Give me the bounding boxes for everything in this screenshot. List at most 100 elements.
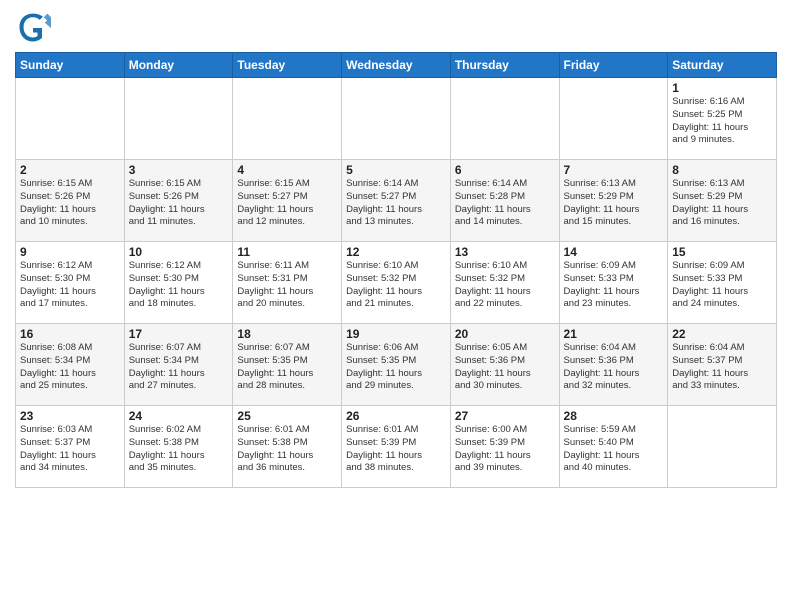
day-info: Sunrise: 6:08 AM Sunset: 5:34 PM Dayligh… bbox=[20, 342, 120, 393]
day-number: 5 bbox=[346, 163, 446, 177]
calendar-cell: 9Sunrise: 6:12 AM Sunset: 5:30 PM Daylig… bbox=[16, 242, 125, 324]
page: SundayMondayTuesdayWednesdayThursdayFrid… bbox=[0, 0, 792, 612]
calendar-cell bbox=[450, 78, 559, 160]
day-info: Sunrise: 6:13 AM Sunset: 5:29 PM Dayligh… bbox=[564, 178, 664, 229]
day-info: Sunrise: 6:14 AM Sunset: 5:28 PM Dayligh… bbox=[455, 178, 555, 229]
day-number: 21 bbox=[564, 327, 664, 341]
logo-icon bbox=[15, 10, 51, 46]
day-number: 24 bbox=[129, 409, 229, 423]
calendar-cell: 24Sunrise: 6:02 AM Sunset: 5:38 PM Dayli… bbox=[124, 406, 233, 488]
calendar-cell: 28Sunrise: 5:59 AM Sunset: 5:40 PM Dayli… bbox=[559, 406, 668, 488]
calendar-cell: 20Sunrise: 6:05 AM Sunset: 5:36 PM Dayli… bbox=[450, 324, 559, 406]
calendar-cell: 8Sunrise: 6:13 AM Sunset: 5:29 PM Daylig… bbox=[668, 160, 777, 242]
day-number: 1 bbox=[672, 81, 772, 95]
weekday-header: Wednesday bbox=[342, 53, 451, 78]
day-number: 8 bbox=[672, 163, 772, 177]
calendar-cell: 11Sunrise: 6:11 AM Sunset: 5:31 PM Dayli… bbox=[233, 242, 342, 324]
day-info: Sunrise: 6:13 AM Sunset: 5:29 PM Dayligh… bbox=[672, 178, 772, 229]
day-info: Sunrise: 6:09 AM Sunset: 5:33 PM Dayligh… bbox=[672, 260, 772, 311]
day-number: 20 bbox=[455, 327, 555, 341]
day-number: 28 bbox=[564, 409, 664, 423]
day-info: Sunrise: 6:15 AM Sunset: 5:27 PM Dayligh… bbox=[237, 178, 337, 229]
day-info: Sunrise: 6:04 AM Sunset: 5:37 PM Dayligh… bbox=[672, 342, 772, 393]
day-number: 4 bbox=[237, 163, 337, 177]
header bbox=[15, 10, 777, 46]
calendar-cell bbox=[233, 78, 342, 160]
day-info: Sunrise: 6:03 AM Sunset: 5:37 PM Dayligh… bbox=[20, 424, 120, 475]
day-number: 10 bbox=[129, 245, 229, 259]
calendar-cell: 19Sunrise: 6:06 AM Sunset: 5:35 PM Dayli… bbox=[342, 324, 451, 406]
calendar-week-row: 16Sunrise: 6:08 AM Sunset: 5:34 PM Dayli… bbox=[16, 324, 777, 406]
day-number: 18 bbox=[237, 327, 337, 341]
day-info: Sunrise: 5:59 AM Sunset: 5:40 PM Dayligh… bbox=[564, 424, 664, 475]
day-info: Sunrise: 6:12 AM Sunset: 5:30 PM Dayligh… bbox=[129, 260, 229, 311]
calendar-cell: 18Sunrise: 6:07 AM Sunset: 5:35 PM Dayli… bbox=[233, 324, 342, 406]
calendar-cell: 26Sunrise: 6:01 AM Sunset: 5:39 PM Dayli… bbox=[342, 406, 451, 488]
calendar-cell: 3Sunrise: 6:15 AM Sunset: 5:26 PM Daylig… bbox=[124, 160, 233, 242]
calendar-cell: 1Sunrise: 6:16 AM Sunset: 5:25 PM Daylig… bbox=[668, 78, 777, 160]
day-info: Sunrise: 6:10 AM Sunset: 5:32 PM Dayligh… bbox=[455, 260, 555, 311]
day-info: Sunrise: 6:07 AM Sunset: 5:34 PM Dayligh… bbox=[129, 342, 229, 393]
calendar-cell: 17Sunrise: 6:07 AM Sunset: 5:34 PM Dayli… bbox=[124, 324, 233, 406]
calendar-cell bbox=[342, 78, 451, 160]
day-info: Sunrise: 6:01 AM Sunset: 5:39 PM Dayligh… bbox=[346, 424, 446, 475]
calendar-cell: 12Sunrise: 6:10 AM Sunset: 5:32 PM Dayli… bbox=[342, 242, 451, 324]
day-info: Sunrise: 6:11 AM Sunset: 5:31 PM Dayligh… bbox=[237, 260, 337, 311]
calendar: SundayMondayTuesdayWednesdayThursdayFrid… bbox=[15, 52, 777, 488]
day-info: Sunrise: 6:00 AM Sunset: 5:39 PM Dayligh… bbox=[455, 424, 555, 475]
day-number: 12 bbox=[346, 245, 446, 259]
calendar-cell bbox=[124, 78, 233, 160]
calendar-cell: 14Sunrise: 6:09 AM Sunset: 5:33 PM Dayli… bbox=[559, 242, 668, 324]
day-number: 2 bbox=[20, 163, 120, 177]
calendar-week-row: 2Sunrise: 6:15 AM Sunset: 5:26 PM Daylig… bbox=[16, 160, 777, 242]
day-info: Sunrise: 6:02 AM Sunset: 5:38 PM Dayligh… bbox=[129, 424, 229, 475]
calendar-cell: 2Sunrise: 6:15 AM Sunset: 5:26 PM Daylig… bbox=[16, 160, 125, 242]
day-number: 6 bbox=[455, 163, 555, 177]
logo bbox=[15, 10, 55, 46]
weekday-header: Thursday bbox=[450, 53, 559, 78]
calendar-cell: 15Sunrise: 6:09 AM Sunset: 5:33 PM Dayli… bbox=[668, 242, 777, 324]
calendar-cell: 7Sunrise: 6:13 AM Sunset: 5:29 PM Daylig… bbox=[559, 160, 668, 242]
day-number: 27 bbox=[455, 409, 555, 423]
day-number: 14 bbox=[564, 245, 664, 259]
day-number: 19 bbox=[346, 327, 446, 341]
day-number: 16 bbox=[20, 327, 120, 341]
day-number: 26 bbox=[346, 409, 446, 423]
day-info: Sunrise: 6:04 AM Sunset: 5:36 PM Dayligh… bbox=[564, 342, 664, 393]
calendar-cell bbox=[668, 406, 777, 488]
calendar-cell: 21Sunrise: 6:04 AM Sunset: 5:36 PM Dayli… bbox=[559, 324, 668, 406]
day-info: Sunrise: 6:14 AM Sunset: 5:27 PM Dayligh… bbox=[346, 178, 446, 229]
day-info: Sunrise: 6:07 AM Sunset: 5:35 PM Dayligh… bbox=[237, 342, 337, 393]
day-info: Sunrise: 6:15 AM Sunset: 5:26 PM Dayligh… bbox=[129, 178, 229, 229]
day-number: 15 bbox=[672, 245, 772, 259]
day-info: Sunrise: 6:16 AM Sunset: 5:25 PM Dayligh… bbox=[672, 96, 772, 147]
day-info: Sunrise: 6:15 AM Sunset: 5:26 PM Dayligh… bbox=[20, 178, 120, 229]
day-number: 22 bbox=[672, 327, 772, 341]
day-number: 13 bbox=[455, 245, 555, 259]
day-number: 11 bbox=[237, 245, 337, 259]
calendar-week-row: 23Sunrise: 6:03 AM Sunset: 5:37 PM Dayli… bbox=[16, 406, 777, 488]
calendar-cell: 23Sunrise: 6:03 AM Sunset: 5:37 PM Dayli… bbox=[16, 406, 125, 488]
day-info: Sunrise: 6:12 AM Sunset: 5:30 PM Dayligh… bbox=[20, 260, 120, 311]
day-number: 25 bbox=[237, 409, 337, 423]
day-number: 7 bbox=[564, 163, 664, 177]
calendar-cell: 6Sunrise: 6:14 AM Sunset: 5:28 PM Daylig… bbox=[450, 160, 559, 242]
day-number: 17 bbox=[129, 327, 229, 341]
weekday-header: Tuesday bbox=[233, 53, 342, 78]
calendar-cell: 10Sunrise: 6:12 AM Sunset: 5:30 PM Dayli… bbox=[124, 242, 233, 324]
calendar-cell: 16Sunrise: 6:08 AM Sunset: 5:34 PM Dayli… bbox=[16, 324, 125, 406]
weekday-header: Monday bbox=[124, 53, 233, 78]
day-number: 3 bbox=[129, 163, 229, 177]
day-info: Sunrise: 6:05 AM Sunset: 5:36 PM Dayligh… bbox=[455, 342, 555, 393]
calendar-cell bbox=[16, 78, 125, 160]
weekday-header: Saturday bbox=[668, 53, 777, 78]
calendar-cell: 5Sunrise: 6:14 AM Sunset: 5:27 PM Daylig… bbox=[342, 160, 451, 242]
day-info: Sunrise: 6:01 AM Sunset: 5:38 PM Dayligh… bbox=[237, 424, 337, 475]
weekday-header: Friday bbox=[559, 53, 668, 78]
calendar-cell: 22Sunrise: 6:04 AM Sunset: 5:37 PM Dayli… bbox=[668, 324, 777, 406]
day-info: Sunrise: 6:09 AM Sunset: 5:33 PM Dayligh… bbox=[564, 260, 664, 311]
weekday-header: Sunday bbox=[16, 53, 125, 78]
day-number: 23 bbox=[20, 409, 120, 423]
calendar-cell: 13Sunrise: 6:10 AM Sunset: 5:32 PM Dayli… bbox=[450, 242, 559, 324]
day-info: Sunrise: 6:06 AM Sunset: 5:35 PM Dayligh… bbox=[346, 342, 446, 393]
